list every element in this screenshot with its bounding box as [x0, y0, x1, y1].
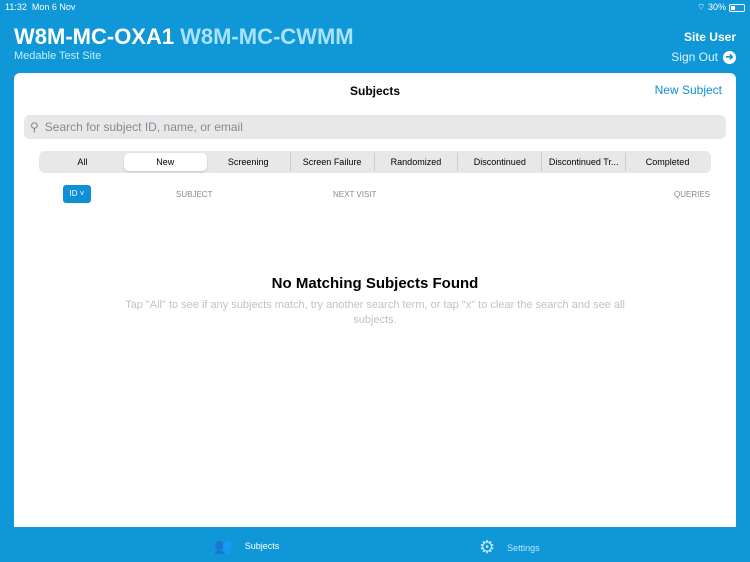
arrow-right-icon: ➜	[723, 50, 736, 64]
column-next-visit[interactable]: NEXT VISIT	[333, 190, 376, 199]
date: Mon 6 Nov	[31, 2, 76, 12]
tab-subjects-label: Subjects	[244, 541, 280, 551]
people-icon: 👥	[214, 538, 233, 555]
sign-out-button[interactable]: Sign Out ➜	[671, 50, 736, 64]
filter-screen-failure[interactable]: Screen Failure	[289, 153, 374, 171]
sort-id-button[interactable]: ID ˅	[63, 185, 91, 203]
filter-discontinued-treatment[interactable]: Discontinued Tr...	[541, 153, 625, 171]
page-title: Subjects	[349, 84, 400, 98]
study-title: W8M-MC-OXA1 W8M-MC-CWMM	[14, 24, 354, 50]
study-code: W8M-MC-OXA1	[14, 24, 175, 49]
filter-randomized[interactable]: Randomized	[373, 153, 458, 171]
column-subject[interactable]: SUBJECT	[176, 190, 212, 199]
filter-new[interactable]: New	[123, 153, 207, 171]
battery-icon	[729, 3, 745, 12]
status-bar: 11:32 Mon 6 Nov ⌔ 30%	[5, 2, 745, 14]
new-subject-button[interactable]: New Subject	[655, 83, 722, 97]
filter-all[interactable]: All	[41, 153, 124, 171]
filter-completed[interactable]: Completed	[625, 153, 709, 171]
tab-subjects[interactable]: 👥 Subjects	[214, 537, 279, 555]
filter-discontinued[interactable]: Discontinued	[457, 153, 541, 171]
subjects-panel: Subjects New Subject ⚲ Search for subject…	[14, 73, 736, 527]
wifi-icon: ⌔	[697, 2, 706, 12]
time: 11:32	[5, 2, 27, 12]
gear-icon: ⚙	[479, 537, 496, 557]
search-icon: ⚲	[30, 120, 39, 134]
user-role: Site User	[683, 30, 736, 44]
filter-screening[interactable]: Screening	[207, 153, 290, 171]
battery-level: 30%	[707, 2, 726, 12]
site-name: Medable Test Site	[14, 50, 102, 62]
column-queries[interactable]: QUERIES	[674, 190, 710, 199]
empty-message: Tap "All" to see if any subjects match, …	[125, 299, 625, 326]
empty-title: No Matching Subjects Found	[271, 275, 479, 292]
status-filter: All New Screening Screen Failure Randomi…	[39, 151, 711, 173]
sign-out-label: Sign Out	[671, 50, 718, 64]
tab-settings[interactable]: ⚙ Settings	[479, 537, 540, 558]
tab-settings-label: Settings	[507, 542, 540, 553]
study-code-secondary: W8M-MC-CWMM	[180, 24, 354, 49]
search-placeholder: Search for subject ID, name, or email	[44, 120, 243, 134]
search-input[interactable]: ⚲ Search for subject ID, name, or email	[24, 115, 726, 139]
